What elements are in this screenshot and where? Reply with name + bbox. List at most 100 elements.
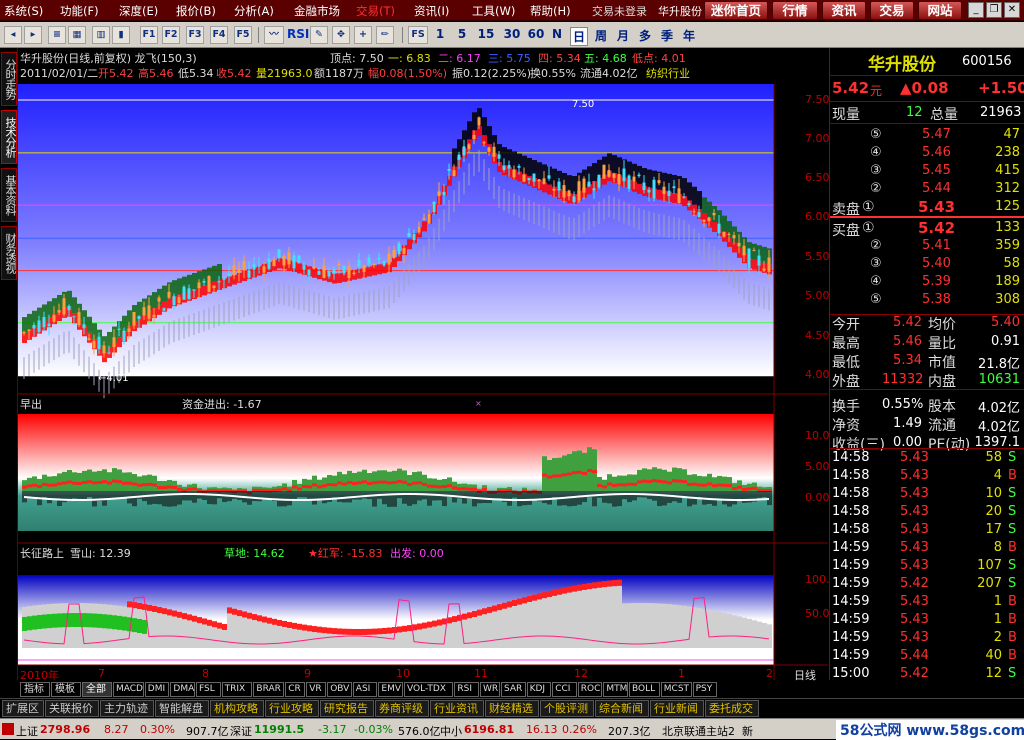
indicator-tab[interactable]: VOL-TDX bbox=[404, 682, 453, 697]
indicator-tab[interactable]: MTM bbox=[603, 682, 628, 697]
period-n[interactable]: N bbox=[550, 27, 564, 41]
ask-price[interactable]: 5.46 bbox=[922, 145, 951, 160]
info-tab[interactable]: 财经精选 bbox=[485, 700, 539, 717]
nav-trade-button[interactable]: 交易 bbox=[870, 1, 914, 20]
minimize-icon[interactable]: _ bbox=[968, 2, 984, 18]
period-month[interactable]: 月 bbox=[614, 27, 632, 44]
indicator-tab[interactable]: ASI bbox=[353, 682, 378, 697]
f2-icon[interactable]: F2 bbox=[162, 26, 180, 44]
info-tab[interactable]: 行业攻略 bbox=[265, 700, 319, 717]
ask-price[interactable]: 5.44 bbox=[922, 181, 951, 196]
indicator-tab[interactable]: CR bbox=[285, 682, 305, 697]
period-week[interactable]: 周 bbox=[592, 27, 610, 44]
bid-price[interactable]: 5.40 bbox=[922, 256, 951, 271]
ask-price[interactable]: 5.47 bbox=[922, 127, 951, 142]
kline-icon[interactable]: ▮ bbox=[112, 26, 130, 44]
indicator-tab[interactable]: 模板 bbox=[51, 682, 81, 697]
bars-icon[interactable]: ▥ bbox=[92, 26, 110, 44]
period-15min[interactable]: 15 bbox=[476, 27, 496, 41]
menu-depth[interactable]: 深度(E) bbox=[119, 3, 158, 19]
indicator-tab[interactable]: BRAR bbox=[253, 682, 284, 697]
server-name[interactable]: 北京联通主站2 bbox=[662, 723, 735, 739]
period-60min[interactable]: 60 bbox=[526, 27, 546, 41]
bid-price[interactable]: 5.41 bbox=[922, 238, 951, 253]
move-icon[interactable]: ✥ bbox=[332, 26, 350, 44]
nav-mini-home-button[interactable]: 迷你首页 bbox=[704, 1, 768, 20]
indicator-tab[interactable]: OBV bbox=[327, 682, 352, 697]
info-tab[interactable]: 智能解盘 bbox=[155, 700, 209, 717]
indicator-tab[interactable]: SAR bbox=[501, 682, 526, 697]
period-multi[interactable]: 多 bbox=[636, 27, 654, 44]
f3-icon[interactable]: F3 bbox=[186, 26, 204, 44]
period-year[interactable]: 年 bbox=[680, 27, 698, 44]
bid-price[interactable]: 5.39 bbox=[922, 274, 951, 289]
menu-system[interactable]: 系统(S) bbox=[4, 3, 43, 19]
info-tab[interactable]: 综合新闻 bbox=[595, 700, 649, 717]
rsi-button[interactable]: RSI bbox=[287, 27, 307, 41]
menu-function[interactable]: 功能(F) bbox=[60, 3, 99, 19]
period-30min[interactable]: 30 bbox=[502, 27, 522, 41]
period-day[interactable]: 日 bbox=[570, 27, 588, 46]
info-tab[interactable]: 行业新闻 bbox=[650, 700, 704, 717]
tab-intraday[interactable]: 分时走势 bbox=[1, 52, 17, 106]
nav-website-button[interactable]: 网站 bbox=[918, 1, 962, 20]
indicator-tab[interactable]: 全部 bbox=[82, 682, 112, 697]
indicator-tab[interactable]: DMI bbox=[145, 682, 170, 697]
restore-icon[interactable]: ❐ bbox=[986, 2, 1002, 18]
menu-finance-market[interactable]: 金融市场 bbox=[294, 3, 340, 19]
zoom-in-icon[interactable]: + bbox=[354, 26, 372, 44]
indicator-tab[interactable]: MCST bbox=[661, 682, 692, 697]
indicator-tab[interactable]: FSL bbox=[196, 682, 221, 697]
back-icon[interactable]: ◂ bbox=[4, 26, 22, 44]
tab-basic-info[interactable]: 基本资料 bbox=[1, 168, 17, 222]
indicator-tab[interactable]: RSI bbox=[454, 682, 479, 697]
indicator-tab[interactable]: WR bbox=[480, 682, 500, 697]
menu-info[interactable]: 资讯(I) bbox=[414, 3, 449, 19]
f1-icon[interactable]: F1 bbox=[140, 26, 158, 44]
info-tab[interactable]: 主力轨迹 bbox=[100, 700, 154, 717]
forward-icon[interactable]: ▸ bbox=[24, 26, 42, 44]
period-5min[interactable]: 5 bbox=[454, 27, 470, 41]
tab-technical[interactable]: 技术分析 bbox=[1, 110, 17, 164]
bid-price[interactable]: 5.38 bbox=[922, 292, 951, 307]
indicator-tab[interactable]: VR bbox=[306, 682, 326, 697]
menu-quote[interactable]: 报价(B) bbox=[176, 3, 216, 19]
indicator-tab[interactable]: KDJ bbox=[527, 682, 552, 697]
info-tab[interactable]: 机构攻略 bbox=[210, 700, 264, 717]
menu-help[interactable]: 帮助(H) bbox=[530, 3, 571, 19]
info-tab[interactable]: 关联报价 bbox=[45, 700, 99, 717]
info-tab[interactable]: 研究报告 bbox=[320, 700, 374, 717]
ask-price[interactable]: 5.43 bbox=[918, 198, 955, 216]
indicator-tab[interactable]: DMA bbox=[170, 682, 195, 697]
indicator-tab[interactable]: PSY bbox=[693, 682, 718, 697]
period-1min[interactable]: 1 bbox=[432, 27, 448, 41]
indicator-tab[interactable]: MACD bbox=[113, 682, 144, 697]
f4-icon[interactable]: F4 bbox=[210, 26, 228, 44]
close-icon[interactable]: ✕ bbox=[1004, 2, 1020, 18]
kline-chart-svg[interactable]: × bbox=[18, 48, 828, 680]
bid-price[interactable]: 5.42 bbox=[918, 219, 955, 237]
menu-analysis[interactable]: 分析(A) bbox=[234, 3, 274, 19]
tab-financial[interactable]: 财务透视 bbox=[1, 226, 17, 280]
period-season[interactable]: 季 bbox=[658, 27, 676, 44]
fs-button[interactable]: FS bbox=[408, 26, 428, 44]
menu-tools[interactable]: 工具(W) bbox=[472, 3, 515, 19]
info-tab[interactable]: 券商评级 bbox=[375, 700, 429, 717]
info-tab[interactable]: 委托成交 bbox=[705, 700, 759, 717]
indicator-tab[interactable]: BOLL bbox=[629, 682, 660, 697]
nav-info-button[interactable]: 资讯 bbox=[822, 1, 866, 20]
nav-quotes-button[interactable]: 行情 bbox=[772, 1, 818, 20]
menu-trade[interactable]: 交易(T) bbox=[356, 3, 395, 19]
info-tab[interactable]: 个股评测 bbox=[540, 700, 594, 717]
line-chart-icon[interactable]: 〰 bbox=[264, 26, 284, 44]
f5-icon[interactable]: F5 bbox=[234, 26, 252, 44]
indicator-tab[interactable]: EMV bbox=[378, 682, 403, 697]
info-tab[interactable]: 扩展区 bbox=[2, 700, 44, 717]
list-icon[interactable]: ≡ bbox=[48, 26, 66, 44]
info-tab[interactable]: 行业资讯 bbox=[430, 700, 484, 717]
indicator-tab[interactable]: TRIX bbox=[222, 682, 253, 697]
draw-tool-icon[interactable]: ✏ bbox=[376, 26, 394, 44]
indicator-tab[interactable]: 指标 bbox=[20, 682, 50, 697]
chart-area[interactable]: × 华升股份(日线,前复权) 龙飞(150,3) 顶点: 7.50 一: 6.8… bbox=[18, 48, 828, 680]
indicator-tab[interactable]: CCI bbox=[552, 682, 577, 697]
